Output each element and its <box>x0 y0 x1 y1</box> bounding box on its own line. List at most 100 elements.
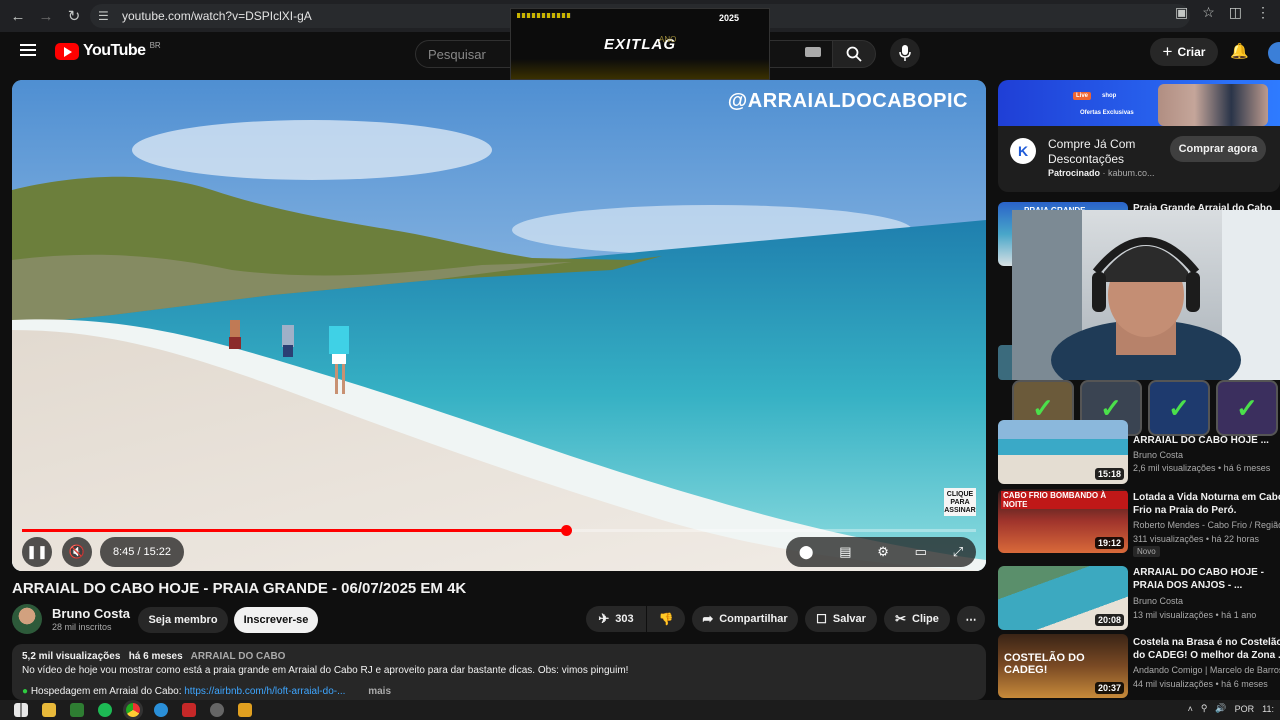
reload-icon[interactable]: ↻ <box>60 2 88 30</box>
save-button[interactable]: ☐ Salvar <box>805 606 877 632</box>
file-explorer-icon[interactable] <box>42 703 56 717</box>
channel-name[interactable]: Bruno Costa <box>52 606 130 621</box>
install-icon[interactable]: ▣ <box>1175 4 1188 21</box>
media-app-icon[interactable] <box>238 703 252 717</box>
chrome-icon[interactable] <box>126 703 140 717</box>
xbox-app-icon[interactable] <box>70 703 84 717</box>
keyboard-icon[interactable] <box>805 47 821 57</box>
recommendation-item[interactable]: CABO FRIO BOMBANDO À NOITE 19:12 Lotada … <box>998 489 1280 557</box>
dislike-button[interactable]: 👎 <box>647 606 685 632</box>
ad-title[interactable]: Compre Já Com Descontações <box>1048 137 1163 167</box>
search-button[interactable] <box>832 40 876 68</box>
extensions-icon[interactable]: ◫ <box>1229 4 1242 21</box>
recommendation-channel[interactable]: Roberto Mendes - Cabo Frio / Região <box>1133 520 1280 530</box>
bookmark-icon: ☐ <box>816 612 827 626</box>
notifications-bell-icon[interactable]: 🔔 <box>1230 42 1249 60</box>
recommendation-item[interactable]: COSTELÃO DO CADEG! 20:37 Costela na Bras… <box>998 634 1280 698</box>
subscribe-watermark[interactable]: CLIQUE PARA ASSINAR <box>944 488 976 516</box>
spotify-icon[interactable] <box>98 703 112 717</box>
language-indicator[interactable]: POR <box>1235 704 1255 714</box>
recommendation-title-line2[interactable]: PRAIA DOS ANJOS - ... <box>1133 579 1280 592</box>
show-more-link[interactable]: mais <box>368 686 391 697</box>
voice-search-button[interactable] <box>890 38 920 68</box>
tray-chevron-icon[interactable]: ˄ <box>1188 704 1193 714</box>
volume-icon[interactable]: 🔊 <box>1215 703 1226 714</box>
network-icon[interactable]: ⚲ <box>1201 703 1208 714</box>
recommendation-meta: 44 mil visualizações • há 6 meses <box>1133 679 1268 689</box>
bookmark-star-icon[interactable]: ☆ <box>1202 4 1215 21</box>
recommendation-channel[interactable]: Bruno Costa <box>1133 450 1280 460</box>
youtube-logo[interactable]: YouTube BR <box>55 41 161 60</box>
url-text: youtube.com/watch?v=DSPIclXI-gA <box>122 9 312 23</box>
windows-start-icon[interactable] <box>14 703 28 717</box>
subscribe-button[interactable]: Inscrever-se <box>234 607 318 633</box>
progress-scrubber[interactable] <box>560 525 572 536</box>
forward-icon[interactable]: → <box>32 2 60 30</box>
recommendation-title[interactable]: Lotada a Vida Noturna em Cabo Frio na Pr… <box>1133 491 1280 504</box>
banner-live-label: Live <box>1073 92 1092 100</box>
clock[interactable]: 11: <box>1262 704 1274 714</box>
recommendation-title[interactable]: Costela na Brasa é no Costelão <box>1133 636 1280 649</box>
channel-avatar[interactable] <box>12 604 42 634</box>
category-tag[interactable]: ARRAIAL DO CABO <box>191 651 286 662</box>
video-thumbnail[interactable]: 15:18 <box>998 420 1128 484</box>
recommendation-item[interactable]: 15:18 ARRAIAL DO CABO HOJE ... Bruno Cos… <box>998 420 1280 484</box>
video-thumbnail[interactable]: COSTELÃO DO CADEG! 20:37 <box>998 634 1128 698</box>
ad-card[interactable]: K Compre Já Com Descontações Patrocinado… <box>998 126 1280 192</box>
subtitles-icon[interactable]: ▤ <box>839 544 851 560</box>
progress-bar[interactable] <box>22 525 976 536</box>
mute-button[interactable]: 🔇 <box>62 537 92 567</box>
settings-gear-icon[interactable]: ⚙ <box>877 544 889 560</box>
scissors-icon: ✂ <box>895 611 906 626</box>
like-button[interactable]: ✈ 303 <box>586 606 646 632</box>
webcam-overlay <box>1012 210 1280 380</box>
recommendation-title-line2[interactable]: Frio na Praia do Peró. <box>1133 504 1280 517</box>
pause-icon: ❚❚ <box>26 544 48 559</box>
microphone-icon <box>899 45 911 61</box>
exitlag-badge: 2025 <box>718 13 739 23</box>
fullscreen-icon[interactable]: ⤢ <box>953 544 963 560</box>
menu-hamburger-icon[interactable] <box>20 44 36 56</box>
recommendation-title[interactable]: ARRAIAL DO CABO HOJE - <box>1133 566 1280 579</box>
ad-sponsor-line: Patrocinado · kabum.co... <box>1048 168 1155 178</box>
like-count: 303 <box>615 613 634 625</box>
green-dot-icon: ● <box>22 686 29 697</box>
theater-mode-icon[interactable]: ▭ <box>915 544 927 560</box>
buy-now-button[interactable]: Comprar agora <box>1170 136 1266 162</box>
menu-icon[interactable]: ⋮ <box>1256 4 1270 21</box>
video-thumbnail[interactable]: CABO FRIO BOMBANDO À NOITE 19:12 <box>998 489 1128 553</box>
recommendation-channel[interactable]: Andando Comigo | Marcelo de Barros <box>1133 665 1280 675</box>
recommendation-thumbnail-partial[interactable] <box>998 345 1012 380</box>
recommendation-channel[interactable]: Bruno Costa <box>1133 596 1280 606</box>
autoplay-toggle-icon[interactable]: ⬤ <box>799 544 814 560</box>
kabum-logo-icon: K <box>1010 138 1036 164</box>
create-button[interactable]: + Criar <box>1150 38 1218 66</box>
recommendation-title[interactable]: ARRAIAL DO CABO HOJE ... <box>1133 434 1280 447</box>
steam-icon[interactable] <box>210 703 224 717</box>
video-title: ARRAIAL DO CABO HOJE - PRAIA GRANDE - 06… <box>12 580 467 597</box>
clip-button[interactable]: ✂ Clipe <box>884 606 950 632</box>
video-watermark: @ARRAIALDOCABOPIC <box>727 90 968 112</box>
new-badge: Novo <box>1133 546 1160 557</box>
ad-banner-image[interactable]: Live shop Ofertas Exclusivas <box>998 80 1280 126</box>
sponsored-label: Patrocinado <box>1048 168 1101 178</box>
recommendation-title-line2[interactable]: do CADEG! O melhor da Zona ... <box>1133 649 1280 662</box>
recommendation-item[interactable]: 20:08 ARRAIAL DO CABO HOJE - PRAIA DOS A… <box>998 566 1280 630</box>
site-settings-icon[interactable]: ☰ <box>98 9 116 23</box>
banner-shop-label: shop <box>1102 93 1117 99</box>
lodging-link[interactable]: https://airbnb.com/h/loft-arraial-do-... <box>184 686 345 697</box>
video-player[interactable]: @ARRAIALDOCABOPIC CLIQUE PARA ASSINAR ❚❚… <box>12 80 986 571</box>
play-pause-button[interactable]: ❚❚ <box>22 537 52 567</box>
edge-icon[interactable] <box>154 703 168 717</box>
share-button[interactable]: ➦ Compartilhar <box>692 606 798 632</box>
video-thumbnail[interactable]: 20:08 <box>998 566 1128 630</box>
beach-scene <box>12 80 986 571</box>
description-box[interactable]: 5,2 mil visualizações há 6 meses ARRAIAL… <box>12 644 986 700</box>
back-icon[interactable]: ← <box>4 2 32 30</box>
banner-offers-label: Ofertas Exclusivas <box>1080 110 1134 116</box>
user-avatar[interactable] <box>1268 42 1280 64</box>
duration-badge: 20:37 <box>1094 682 1124 694</box>
more-actions-button[interactable]: ⋯ <box>957 606 985 632</box>
news-app-icon[interactable] <box>182 703 196 717</box>
join-button[interactable]: Seja membro <box>138 607 228 633</box>
